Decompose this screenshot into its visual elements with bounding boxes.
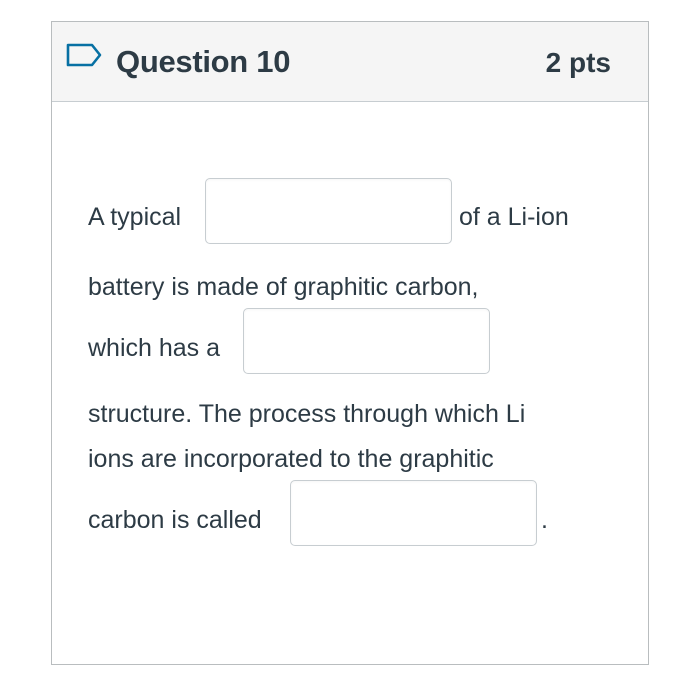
prompt-text-line6-before: carbon is called: [88, 506, 262, 534]
blank-answer-3[interactable]: [290, 480, 537, 546]
prompt-text-line1-before: A typical: [88, 203, 182, 231]
blank-answer-1[interactable]: [205, 178, 452, 244]
question-title: Question 10: [116, 44, 291, 79]
blank-answer-2[interactable]: [243, 308, 490, 374]
flag-question-icon[interactable]: [66, 43, 102, 67]
prompt-text-line2: battery is made of graphitic carbon,: [88, 273, 479, 301]
prompt-text-line6-after: .: [541, 506, 548, 534]
prompt-text-line3-before: which has a: [88, 334, 221, 362]
prompt-text-line1-after: of a Li-ion: [459, 203, 569, 231]
prompt-text-line5: ions are incorporated to the graphitic: [88, 445, 494, 473]
question-points: 2 pts: [545, 47, 611, 78]
prompt-text-line4: structure. The process through which Li: [88, 400, 526, 428]
question-header: Question 10 2 pts: [52, 22, 648, 102]
